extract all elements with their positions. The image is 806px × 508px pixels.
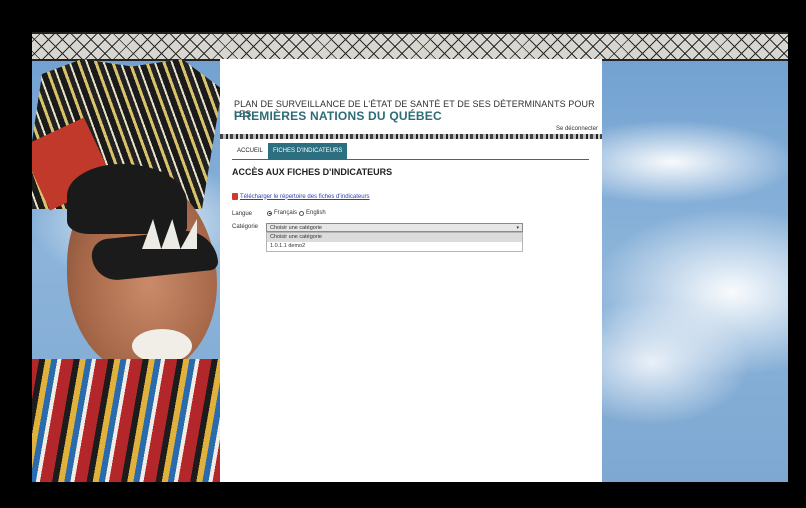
chevron-down-icon[interactable]: ▾ bbox=[516, 224, 519, 232]
radio-francais[interactable] bbox=[267, 210, 272, 216]
regalia-image bbox=[32, 359, 222, 482]
pdf-icon bbox=[232, 193, 238, 200]
category-select[interactable]: Choisir une catégorie ▾ bbox=[266, 223, 523, 232]
radio-francais-label[interactable]: Français bbox=[274, 210, 297, 216]
chin-paint bbox=[132, 329, 192, 363]
tab-accueil[interactable]: ACCUEIL bbox=[232, 143, 268, 159]
tab-underline bbox=[232, 159, 589, 160]
download-link-label[interactable]: Télécharger le répertoire des fiches d'i… bbox=[240, 194, 370, 200]
radio-english-label[interactable]: English bbox=[306, 210, 326, 216]
download-link[interactable]: Télécharger le répertoire des fiches d'i… bbox=[232, 193, 370, 200]
header-title-line-2: PREMIÈRES NATIONS DU QUÉBEC bbox=[234, 109, 442, 123]
logout-link[interactable]: Se déconnecter bbox=[556, 126, 598, 132]
dropdown-option[interactable]: Choisir une catégorie bbox=[267, 233, 522, 242]
category-dropdown: Choisir une catégorie 1.0.1.1 demo2 bbox=[266, 232, 523, 252]
main-page: PLAN DE SURVEILLANCE DE L'ÉTAT DE SANTÉ … bbox=[220, 59, 602, 482]
category-label: Catégorie bbox=[232, 224, 259, 230]
header-pattern-divider bbox=[220, 134, 602, 139]
section-title: ACCÈS AUX FICHES D'INDICATEURS bbox=[232, 167, 393, 177]
browser-viewport: PLAN DE SURVEILLANCE DE L'ÉTAT DE SANTÉ … bbox=[32, 32, 788, 482]
tab-bar: ACCUEIL FICHES D'INDICATEURS bbox=[232, 143, 348, 159]
language-label: Langue bbox=[232, 211, 253, 217]
category-select-value: Choisir une catégorie bbox=[270, 225, 322, 231]
dropdown-option[interactable]: 1.0.1.1 demo2 bbox=[267, 242, 522, 251]
radio-english[interactable] bbox=[299, 210, 305, 216]
language-radio-group: Français English bbox=[267, 210, 326, 216]
background-photo bbox=[32, 59, 222, 482]
tab-fiches-indicateurs[interactable]: FICHES D'INDICATEURS bbox=[268, 143, 348, 159]
decorative-pattern-band bbox=[32, 32, 788, 61]
